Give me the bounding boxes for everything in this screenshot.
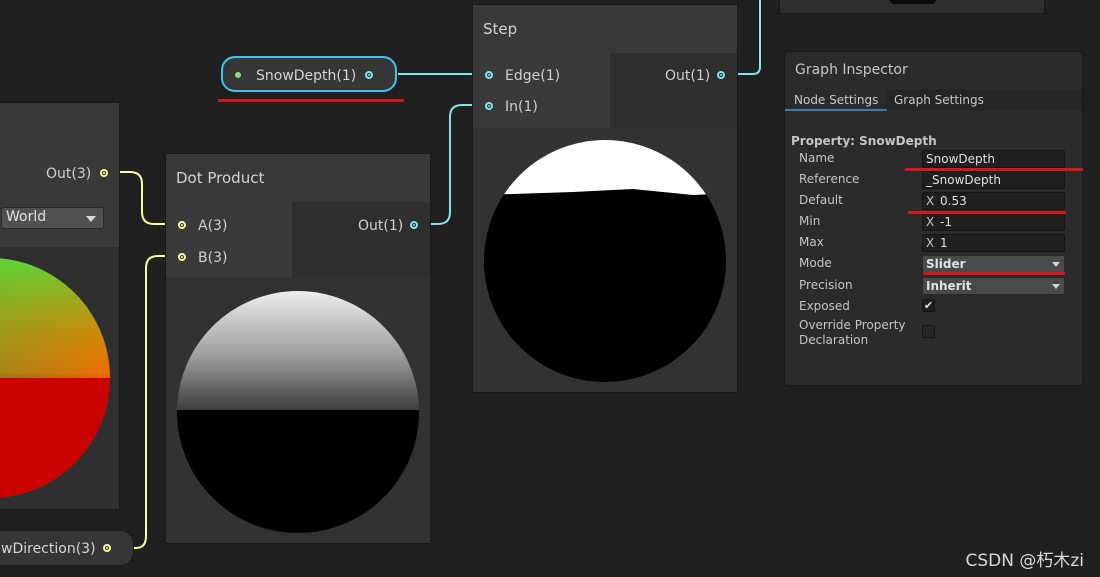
- dot-product-title: Dot Product: [166, 154, 430, 202]
- reference-field[interactable]: _SnowDepth: [922, 171, 1065, 189]
- annotation-underline-snowdepth: [218, 99, 404, 102]
- property-header: Property: SnowDepth: [791, 134, 937, 148]
- precision-label: Precision: [799, 278, 853, 292]
- exposed-label: Exposed: [799, 299, 850, 313]
- checkmark-icon: ✔: [923, 299, 934, 312]
- space-dropdown[interactable]: World: [1, 207, 104, 229]
- node-preview: [0, 247, 119, 509]
- reference-label: Reference: [799, 172, 860, 186]
- default-axis-label: X: [926, 194, 935, 208]
- port-b-icon[interactable]: [178, 253, 186, 261]
- port-label-in: In(1): [505, 99, 538, 115]
- graph-inspector[interactable]: Graph Inspector Node Settings Graph Sett…: [784, 51, 1083, 386]
- default-label: Default: [799, 193, 843, 207]
- dot-product-node[interactable]: Dot Product A(3) B(3) Out(1): [165, 153, 431, 544]
- step-node[interactable]: Step Edge(1) In(1) Out(1): [472, 4, 738, 393]
- snowdirection-property-node[interactable]: wDirection(3): [0, 530, 134, 566]
- exposed-checkbox[interactable]: ✔: [922, 299, 935, 312]
- snowdirection-pill-label: wDirection(3): [1, 541, 96, 557]
- step-title: Step: [473, 5, 737, 53]
- port-label-out: Out(1): [665, 68, 711, 84]
- annotation-underline-mode: [923, 272, 1065, 275]
- space-dropdown-value: World: [6, 209, 47, 225]
- reference-value: _SnowDepth: [926, 173, 1001, 187]
- override-label-line1: Override Property: [799, 318, 906, 332]
- port-edge-icon[interactable]: [485, 71, 493, 79]
- node-preview: [473, 128, 737, 392]
- max-axis-label: X: [926, 236, 935, 250]
- normal-vector-node[interactable]: Out(3) World: [0, 102, 120, 510]
- port-label-a: A(3): [198, 218, 228, 234]
- tab-node-settings[interactable]: Node Settings: [785, 89, 888, 111]
- chevron-down-icon: [1052, 262, 1060, 267]
- name-value: SnowDepth: [926, 152, 995, 166]
- min-value: -1: [940, 215, 952, 229]
- tab-graph-settings[interactable]: Graph Settings: [885, 89, 993, 111]
- node-preview: [166, 277, 430, 543]
- chevron-down-icon: [1052, 284, 1060, 289]
- watermark-text: CSDN @朽木zi: [965, 551, 1084, 571]
- max-value: 1: [940, 236, 948, 250]
- snowdepth-pill-label: SnowDepth(1): [256, 68, 357, 84]
- annotation-underline-default: [908, 211, 1066, 214]
- min-axis-label: X: [926, 215, 935, 229]
- port-label-out: Out(3): [46, 166, 92, 182]
- mode-dropdown[interactable]: Slider: [922, 255, 1065, 273]
- mode-label: Mode: [799, 256, 832, 270]
- max-label: Max: [799, 235, 824, 249]
- port-out-icon[interactable]: [410, 221, 418, 229]
- default-field[interactable]: X 0.53: [922, 192, 1065, 210]
- port-label-edge: Edge(1): [505, 68, 561, 84]
- inspector-title: Graph Inspector: [795, 62, 908, 78]
- port-label-out: Out(1): [358, 218, 404, 234]
- min-label: Min: [799, 214, 821, 228]
- normal-preview-sphere: [0, 258, 110, 498]
- mode-value: Slider: [926, 257, 966, 271]
- precision-value: Inherit: [926, 279, 972, 293]
- property-indicator-icon: [235, 72, 241, 78]
- inspector-tabbar: Node Settings Graph Settings: [785, 89, 1082, 111]
- max-field[interactable]: X1: [922, 234, 1065, 252]
- port-label-b: B(3): [198, 250, 228, 266]
- snowdepth-out-port-icon[interactable]: [365, 71, 373, 79]
- annotation-underline-name: [905, 168, 1083, 171]
- dot-preview-sphere: [177, 291, 419, 533]
- override-checkbox[interactable]: [922, 325, 935, 338]
- snowdirection-out-port-icon[interactable]: [103, 544, 111, 552]
- port-in-icon[interactable]: [485, 102, 493, 110]
- chevron-down-icon: [86, 216, 96, 222]
- default-value: 0.53: [940, 194, 967, 208]
- port-out-icon[interactable]: [717, 71, 725, 79]
- node-title-bar: [0, 103, 119, 151]
- port-a-icon[interactable]: [178, 221, 186, 229]
- offscreen-node-bottom: [779, 0, 1045, 14]
- snowdepth-property-node[interactable]: SnowDepth(1): [221, 56, 397, 92]
- name-field[interactable]: SnowDepth: [922, 150, 1065, 168]
- step-preview-sphere: [484, 140, 726, 382]
- name-label: Name: [799, 151, 835, 165]
- min-field[interactable]: X -1: [922, 213, 1065, 231]
- override-label-line2: Declaration: [799, 333, 869, 347]
- precision-dropdown[interactable]: Inherit: [922, 277, 1065, 295]
- port-out-icon[interactable]: [100, 169, 108, 177]
